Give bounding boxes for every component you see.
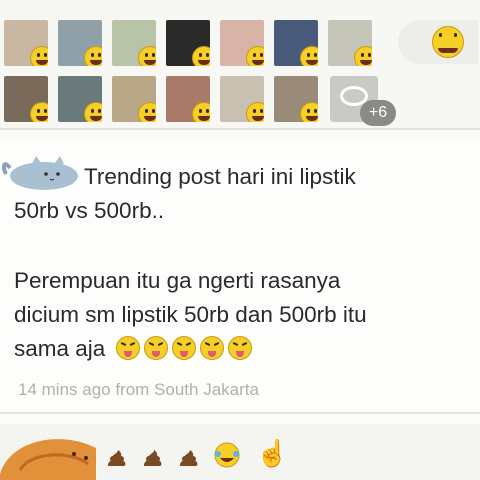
reaction-user-8[interactable] xyxy=(4,76,48,122)
laughing-emoji-icon xyxy=(354,46,372,66)
post-paragraph-text-3: sama aja xyxy=(14,336,106,361)
reaction-bar: +6 xyxy=(0,0,480,128)
laughing-emoji-icon xyxy=(300,46,318,66)
laughing-emoji-icon xyxy=(30,102,48,122)
laughing-emoji-icon xyxy=(84,102,102,122)
laughing-emoji-icon xyxy=(138,46,156,66)
laughing-emoji-icon xyxy=(300,102,318,122)
post-body: Trending post hari ini lipstik 50rb vs 5… xyxy=(14,160,474,366)
reaction-user-13[interactable] xyxy=(274,76,318,122)
post-line-1: Trending post hari ini lipstik xyxy=(84,164,356,189)
laughing-emoji-icon xyxy=(246,102,264,122)
post-card: Trending post hari ini lipstik 50rb vs 5… xyxy=(0,140,480,410)
hamster-avatar-icon[interactable] xyxy=(0,430,100,480)
tongue-out-emoji-icon xyxy=(115,336,140,360)
reaction-user-5[interactable] xyxy=(220,20,264,66)
tongue-out-emoji-icon xyxy=(199,336,224,360)
post-paragraph-line-1: Perempuan itu ga ngerti rasanya xyxy=(14,268,341,293)
divider xyxy=(0,128,480,130)
reaction-user-11[interactable] xyxy=(166,76,210,122)
poop-emoji-icon xyxy=(180,450,198,466)
laughing-emoji-icon xyxy=(138,102,156,122)
laughing-emoji-icon xyxy=(192,102,210,122)
post-meta[interactable]: 14 mins ago from South Jakarta xyxy=(18,380,259,400)
laughing-emoji-icon xyxy=(246,46,264,66)
reaction-user-2[interactable] xyxy=(58,20,102,66)
reaction-user-10[interactable] xyxy=(112,76,156,122)
react-button[interactable] xyxy=(398,20,478,64)
tongue-out-emoji-icon xyxy=(143,336,168,360)
post-line-2: 50rb vs 500rb.. xyxy=(14,198,165,223)
more-reactions-button[interactable]: +6 xyxy=(330,76,396,126)
tongue-out-emoji-icon xyxy=(171,336,196,360)
crying-laughing-emoji-icon xyxy=(214,442,240,468)
reaction-user-4[interactable] xyxy=(166,20,210,66)
more-reactions-count: +6 xyxy=(360,100,396,126)
reaction-user-3[interactable] xyxy=(112,20,156,66)
poop-emoji-icon xyxy=(144,450,162,466)
poop-emoji-icon xyxy=(108,450,126,466)
laughing-emoji-icon xyxy=(432,26,464,58)
tongue-emoji-row xyxy=(112,336,252,361)
reaction-user-12[interactable] xyxy=(220,76,264,122)
post-paragraph-line-3: sama aja xyxy=(14,332,474,366)
tongue-out-emoji-icon xyxy=(227,336,252,360)
laughing-emoji-icon xyxy=(30,46,48,66)
reaction-user-1[interactable] xyxy=(4,20,48,66)
reaction-user-6[interactable] xyxy=(274,20,318,66)
laughing-emoji-icon xyxy=(192,46,210,66)
pointing-hand-icon: ☝ xyxy=(256,438,289,468)
reaction-user-9[interactable] xyxy=(58,76,102,122)
divider xyxy=(0,412,480,414)
reaction-user-7[interactable] xyxy=(328,20,372,66)
laughing-emoji-icon xyxy=(84,46,102,66)
post-paragraph-line-2: dicium sm lipstik 50rb dan 500rb itu xyxy=(14,302,367,327)
next-post-preview: ☝ xyxy=(0,424,480,480)
